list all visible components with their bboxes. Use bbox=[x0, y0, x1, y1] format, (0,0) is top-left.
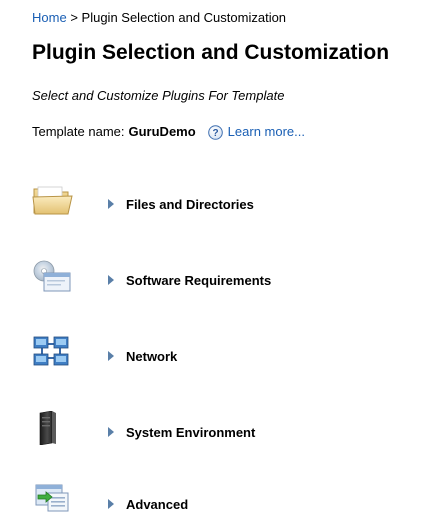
folder-icon bbox=[32, 183, 74, 217]
section-toggle-files-and-directories[interactable]: Files and Directories bbox=[108, 195, 254, 213]
section-label: System Environment bbox=[126, 424, 256, 440]
svg-text:?: ? bbox=[212, 128, 218, 139]
section-label: Advanced bbox=[126, 496, 189, 512]
section-toggle-system-environment[interactable]: System Environment bbox=[108, 423, 255, 441]
template-name-row: Template name: GuruDemo ? Learn more... bbox=[32, 124, 305, 140]
section-software-requirements: Software Requirements bbox=[32, 259, 412, 303]
section-label: Software Requirements bbox=[126, 272, 272, 288]
expand-arrow-icon bbox=[108, 351, 114, 361]
expand-arrow-icon bbox=[108, 275, 114, 285]
section-network: Network bbox=[32, 335, 412, 379]
template-name-label: Template name: bbox=[32, 124, 125, 139]
expand-arrow-icon bbox=[108, 427, 114, 437]
breadcrumb-separator: > bbox=[70, 10, 78, 25]
advanced-icon bbox=[32, 483, 74, 517]
expand-arrow-icon bbox=[108, 199, 114, 209]
section-files-and-directories: Files and Directories bbox=[32, 183, 412, 227]
section-label: Files and Directories bbox=[126, 196, 254, 212]
page-subtitle: Select and Customize Plugins For Templat… bbox=[32, 88, 285, 103]
learn-more-link[interactable]: Learn more... bbox=[228, 124, 305, 140]
breadcrumb-home-link[interactable]: Home bbox=[32, 10, 67, 25]
server-icon bbox=[32, 410, 74, 446]
section-toggle-advanced[interactable]: Advanced bbox=[108, 495, 188, 513]
breadcrumb-current: Plugin Selection and Customization bbox=[81, 10, 287, 25]
section-toggle-network[interactable]: Network bbox=[108, 347, 177, 365]
software-cd-icon bbox=[32, 259, 74, 293]
help-icon[interactable]: ? bbox=[207, 124, 223, 140]
expand-arrow-icon bbox=[108, 499, 114, 509]
network-icon bbox=[32, 335, 74, 369]
breadcrumb: Home > Plugin Selection and Customizatio… bbox=[32, 10, 286, 26]
section-label: Network bbox=[126, 348, 178, 364]
page-title: Plugin Selection and Customization bbox=[32, 41, 390, 64]
template-name-value: GuruDemo bbox=[128, 124, 196, 139]
section-toggle-software-requirements[interactable]: Software Requirements bbox=[108, 271, 271, 289]
section-advanced: Advanced bbox=[32, 483, 412, 527]
section-system-environment: System Environment bbox=[32, 410, 412, 455]
